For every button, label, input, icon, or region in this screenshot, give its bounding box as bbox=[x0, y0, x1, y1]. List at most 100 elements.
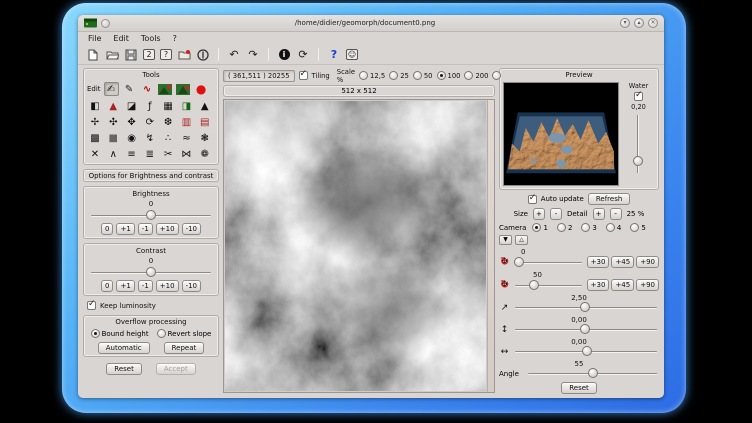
tilt-down-button[interactable]: ▼ bbox=[499, 235, 512, 245]
tool-8-icon[interactable]: ✢ bbox=[87, 115, 103, 129]
maximize-button[interactable]: ▴ bbox=[634, 18, 644, 28]
mountain-raise-tool-button[interactable] bbox=[158, 82, 173, 96]
tool-6-icon[interactable]: ◨ bbox=[178, 99, 194, 113]
size-minus-button[interactable]: - bbox=[550, 208, 562, 220]
menu-edit[interactable]: Edit bbox=[113, 34, 129, 43]
slider-knob[interactable] bbox=[146, 267, 156, 277]
scale-option-12,5[interactable]: 12,5 bbox=[359, 71, 385, 80]
tool-20-icon[interactable]: ≈ bbox=[178, 131, 194, 145]
contrast-+1-button[interactable]: +1 bbox=[116, 280, 134, 292]
tool-22-icon[interactable]: ✕ bbox=[87, 147, 103, 161]
heightmap-canvas[interactable] bbox=[223, 99, 495, 393]
sticky-button[interactable] bbox=[101, 19, 110, 28]
rotate-h-+30-button[interactable]: +30 bbox=[587, 256, 610, 268]
auto-update-checkbox[interactable]: ✓ bbox=[528, 195, 537, 204]
brightness--1-button[interactable]: -1 bbox=[138, 223, 153, 235]
water-slider[interactable] bbox=[633, 113, 644, 175]
menu-tools[interactable]: Tools bbox=[141, 34, 161, 43]
tool-7-icon[interactable]: ▲ bbox=[197, 99, 213, 113]
automatic-button[interactable]: Automatic bbox=[98, 342, 150, 354]
tool-21-icon[interactable]: ❃ bbox=[197, 131, 213, 145]
slider-knob[interactable] bbox=[146, 210, 156, 220]
tool-9-icon[interactable]: ✣ bbox=[105, 115, 121, 129]
tool-14-icon[interactable]: ▤ bbox=[197, 115, 213, 129]
tool-27-icon[interactable]: ⋈ bbox=[178, 147, 194, 161]
tool-23-icon[interactable]: ∧ bbox=[105, 147, 121, 161]
rotate-icon[interactable]: ⟳ bbox=[296, 48, 310, 62]
tool-13-icon[interactable]: ▥ bbox=[178, 115, 194, 129]
scale-option-100[interactable]: 100 bbox=[437, 71, 461, 80]
contrast--1-button[interactable]: -1 bbox=[138, 280, 153, 292]
contrast--10-button[interactable]: -10 bbox=[182, 280, 201, 292]
pencil-tool-button[interactable]: ✎ bbox=[122, 82, 137, 96]
tool-11-icon[interactable]: ⟳ bbox=[142, 115, 158, 129]
wave-tool-button[interactable]: ∿ bbox=[140, 82, 155, 96]
tool-10-icon[interactable]: ✥ bbox=[124, 115, 140, 129]
repeat-button[interactable]: Repeat bbox=[164, 342, 205, 354]
brightness--10-button[interactable]: -10 bbox=[182, 223, 201, 235]
close-button[interactable]: ✕ bbox=[648, 18, 658, 28]
mountain-dig-tool-button[interactable] bbox=[176, 82, 191, 96]
rotate-h-+90-button[interactable]: +90 bbox=[636, 256, 659, 268]
overflow-option-Bound height[interactable]: Bound height bbox=[91, 329, 149, 338]
angle-slider[interactable] bbox=[526, 368, 659, 379]
minimize-button[interactable]: ▾ bbox=[620, 18, 630, 28]
rotate-h-+45-button[interactable]: +45 bbox=[611, 256, 634, 268]
tool-26-icon[interactable]: ✂ bbox=[160, 147, 176, 161]
camera-option-1[interactable]: 1 bbox=[532, 223, 547, 232]
undo-icon[interactable]: ↶ bbox=[227, 48, 241, 62]
slider-knob[interactable] bbox=[514, 257, 524, 267]
tool-28-icon[interactable]: ❁ bbox=[197, 147, 213, 161]
detail-minus-button[interactable]: - bbox=[610, 208, 622, 220]
rotate-v-+30-button[interactable]: +30 bbox=[587, 279, 610, 291]
tool-24-icon[interactable]: ≡ bbox=[124, 147, 140, 161]
brightness-+10-button[interactable]: +10 bbox=[156, 223, 179, 235]
info-icon[interactable]: i bbox=[277, 48, 291, 62]
tool-19-icon[interactable]: ∴ bbox=[160, 131, 176, 145]
save-as-icon[interactable]: 2 bbox=[143, 49, 155, 60]
rotate-vertical-slider[interactable] bbox=[513, 280, 584, 291]
contrast-slider[interactable] bbox=[89, 267, 213, 278]
tilt-up-button[interactable]: △ bbox=[515, 235, 528, 245]
zoom-slider[interactable] bbox=[513, 302, 659, 313]
slider-knob[interactable] bbox=[633, 156, 643, 166]
camera-option-2[interactable]: 2 bbox=[557, 223, 572, 232]
brightness-slider[interactable] bbox=[89, 210, 213, 221]
contrast-0-button[interactable]: 0 bbox=[101, 280, 113, 292]
heightmap-image[interactable] bbox=[225, 101, 486, 391]
stamp-tool-button[interactable]: ✍ bbox=[104, 82, 119, 96]
brightness-+1-button[interactable]: +1 bbox=[116, 223, 134, 235]
preview-reset-button[interactable]: Reset bbox=[561, 382, 597, 394]
menu-help[interactable]: ? bbox=[173, 34, 177, 43]
water-checkbox[interactable]: ✓ bbox=[634, 92, 643, 101]
file-info-icon[interactable]: ? bbox=[160, 49, 172, 60]
help-icon[interactable]: ? bbox=[327, 48, 341, 62]
slider-knob[interactable] bbox=[529, 280, 539, 290]
horizontal-offset-slider[interactable] bbox=[513, 346, 659, 357]
tool-15-icon[interactable]: ▩ bbox=[87, 131, 103, 145]
size-plus-button[interactable]: + bbox=[533, 208, 545, 220]
scale-option-200[interactable]: 200 bbox=[464, 71, 488, 80]
tool-16-icon[interactable]: ■ bbox=[105, 131, 121, 145]
open-recent-icon[interactable] bbox=[177, 48, 191, 62]
redo-icon[interactable]: ↷ bbox=[246, 48, 260, 62]
tool-25-icon[interactable]: ≣ bbox=[142, 147, 158, 161]
brightness-0-button[interactable]: 0 bbox=[101, 223, 113, 235]
camera-option-4[interactable]: 4 bbox=[606, 223, 621, 232]
slider-knob[interactable] bbox=[580, 302, 590, 312]
titlebar[interactable]: /home/didier/geomorph/document0.png ▾ ▴ … bbox=[78, 15, 664, 32]
tool-17-icon[interactable]: ◉ bbox=[124, 131, 140, 145]
menu-file[interactable]: File bbox=[88, 34, 101, 43]
tool-1-icon[interactable]: ◧ bbox=[87, 99, 103, 113]
tool-18-icon[interactable]: ↯ bbox=[142, 131, 158, 145]
round-brush-tool-button[interactable]: ● bbox=[194, 82, 209, 96]
scale-option-25[interactable]: 25 bbox=[389, 71, 409, 80]
save-file-icon[interactable] bbox=[124, 48, 138, 62]
tool-12-icon[interactable]: ❆ bbox=[160, 115, 176, 129]
detail-plus-button[interactable]: + bbox=[593, 208, 605, 220]
camera-option-5[interactable]: 5 bbox=[630, 223, 645, 232]
tiling-checkbox[interactable]: ✓ bbox=[299, 71, 308, 80]
rotate-v-+45-button[interactable]: +45 bbox=[611, 279, 634, 291]
close-file-icon[interactable] bbox=[196, 48, 210, 62]
scale-option-50[interactable]: 50 bbox=[413, 71, 433, 80]
